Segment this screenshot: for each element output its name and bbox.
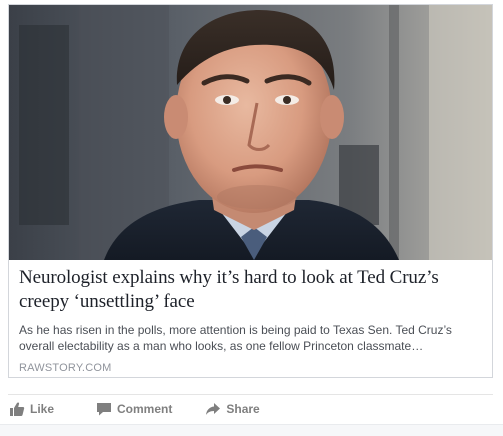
like-label: Like: [30, 402, 55, 416]
share-arrow-icon: [205, 401, 221, 417]
post-actions-bar: Like Comment Share: [0, 396, 503, 422]
comment-button[interactable]: Comment: [96, 398, 172, 420]
share-label: Share: [226, 402, 260, 416]
like-button[interactable]: Like: [9, 398, 54, 420]
link-domain: RAWSTORY.COM: [19, 362, 112, 374]
thumbs-up-icon: [9, 401, 25, 417]
portrait-photo: [9, 5, 492, 260]
link-preview-image[interactable]: [9, 5, 492, 260]
link-description: As he has risen in the polls, more atten…: [19, 323, 452, 353]
link-headline[interactable]: Neurologist explains why it’s hard to lo…: [19, 266, 482, 314]
comment-label: Comment: [117, 402, 173, 416]
actions-divider: [8, 394, 493, 395]
comments-area-edge: [0, 424, 503, 436]
share-button[interactable]: Share: [205, 398, 260, 420]
link-preview-card[interactable]: Neurologist explains why it’s hard to lo…: [8, 4, 493, 378]
speech-bubble-icon: [96, 401, 112, 417]
link-preview-text: Neurologist explains why it’s hard to lo…: [9, 260, 492, 374]
